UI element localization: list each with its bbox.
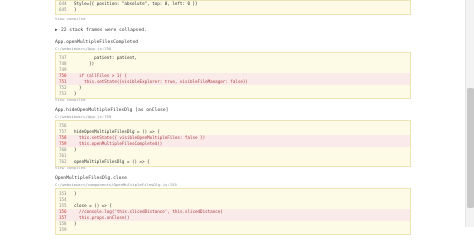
scrollbar-thumb[interactable]: [467, 88, 474, 208]
stack-trace-panel: 644 Style={{ position: "absolute", top: 0…: [55, 0, 411, 235]
frame-function-name: OpenMultipleFilesDlg.close: [55, 176, 127, 181]
line-text: //console.log('this.slicedDistance', thi…: [74, 209, 223, 214]
line-text: this.props.onClose(): [74, 215, 130, 220]
line-text: this.setState({ visibleOpenMultipleFiles…: [74, 135, 206, 140]
stack-frame: App.openMultipleFilesCompleted C:/webvie…: [55, 39, 411, 99]
collapsed-frames-text: 22 stack frames were collapsed.: [61, 28, 147, 33]
line-number: 645: [59, 7, 67, 12]
frame-function-name: App.hideOpenMultipleFilesDlg [as onClose…: [55, 108, 169, 113]
code-line: 762 openMultipleFilesDlg = () => {: [56, 159, 410, 165]
code-line: 753}: [56, 91, 410, 97]
line-text: if (allFiles > 1) {: [74, 73, 127, 78]
stack-frame: App.hideOpenMultipleFilesDlg [as onClose…: [55, 107, 411, 167]
view-compiled-link[interactable]: View compiled: [55, 97, 85, 103]
code-line: 645}: [56, 7, 410, 13]
view-compiled-link[interactable]: View compiled: [55, 16, 85, 22]
line-text: }: [74, 221, 77, 226]
line-text: Style={{ position: "absolute", top: 0, l…: [74, 1, 198, 6]
line-number: 159: [59, 227, 67, 232]
line-text: this.openMultipleFilesCompleted(): [74, 141, 163, 146]
frame-function-name: App.openMultipleFilesCompleted: [55, 40, 138, 45]
line-text: patient: patient,: [74, 55, 138, 60]
stack-frame: OpenMultipleFilesDlg.close C:/webviewsrc…: [55, 175, 411, 235]
line-text: }: [74, 191, 77, 196]
code-box: 747 patient: patient, 748 }) 749 750 if …: [55, 52, 411, 99]
line-text: }: [74, 91, 77, 96]
code-box: 756 757 hideOpenMultipleFilesDlg = () => …: [55, 120, 411, 167]
code-box: 153} 154 155 close = () => { 156 //consol…: [55, 188, 411, 235]
line-text: this.setState({visibleExplorer: true, vi…: [74, 79, 248, 84]
code-box: 644 Style={{ position: "absolute", top: 0…: [55, 0, 411, 15]
view-compiled-link[interactable]: View compiled: [55, 165, 85, 171]
code-snippet-top: 644 Style={{ position: "absolute", top: 0…: [55, 0, 411, 15]
error-overlay-page: 644 Style={{ position: "absolute", top: 0…: [0, 0, 474, 235]
line-text: }: [74, 7, 77, 12]
line-text: close = () => {: [74, 203, 112, 208]
line-text: }: [74, 85, 82, 90]
line-text: }: [74, 147, 77, 152]
line-text: }): [74, 61, 95, 66]
code-line: 159: [56, 227, 410, 233]
vertical-scrollbar[interactable]: [465, 0, 474, 227]
line-text: openMultipleFilesDlg = () => {: [74, 159, 150, 164]
collapsed-frames-toggle[interactable]: ▶ 22 stack frames were collapsed.: [55, 27, 147, 35]
line-text: hideOpenMultipleFilesDlg = () => {: [74, 129, 160, 134]
